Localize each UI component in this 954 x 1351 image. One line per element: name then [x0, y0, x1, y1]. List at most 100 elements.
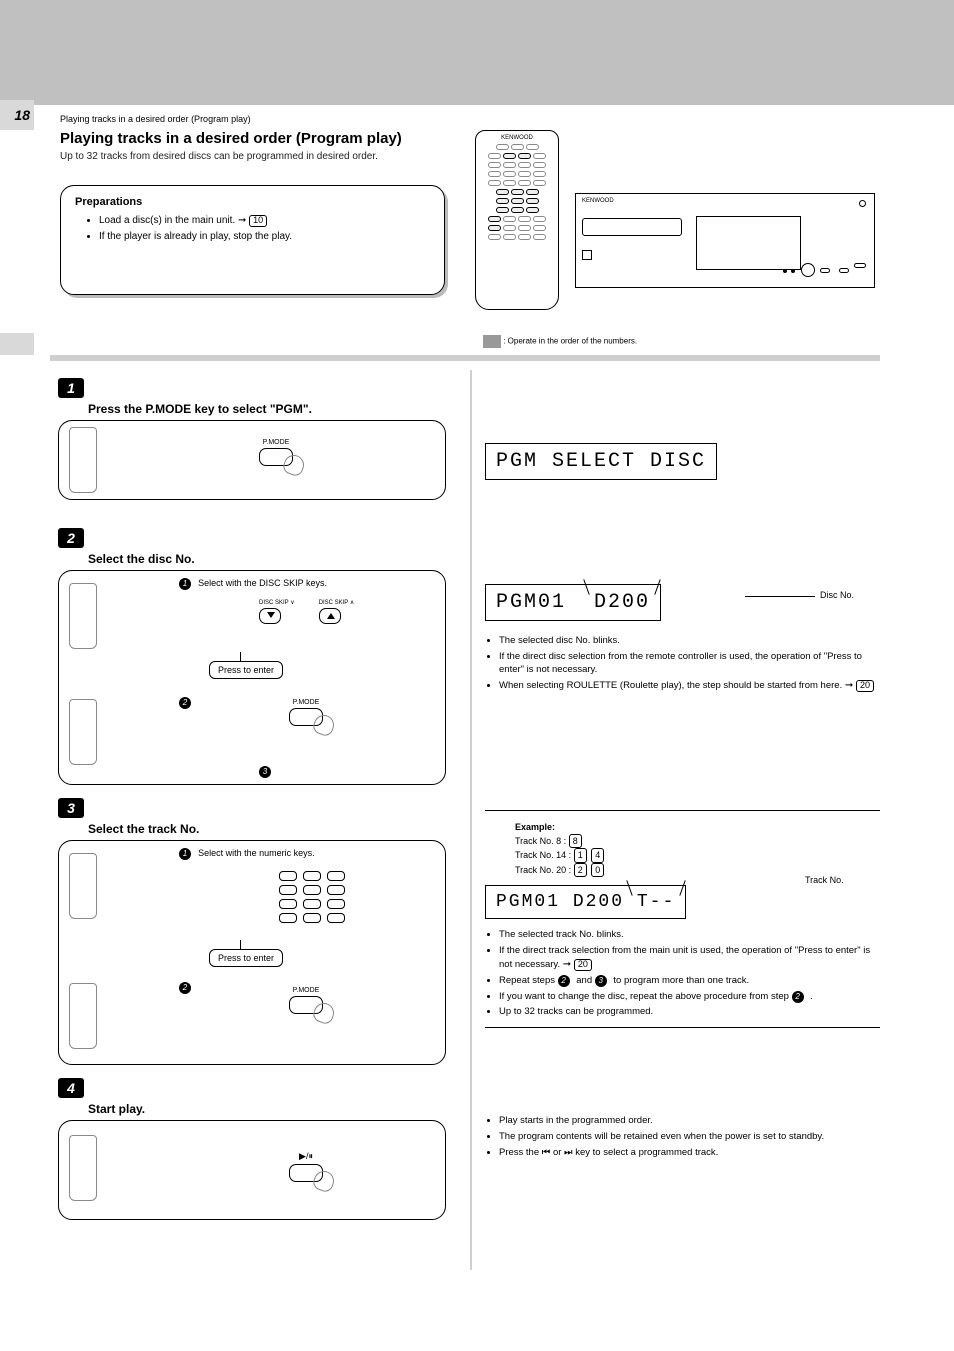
- numeric-keypad-icon: [279, 871, 345, 927]
- s3b-2-dot: .: [810, 991, 813, 1002]
- manual-page: 18 Playing tracks in a desired order (Pr…: [0, 0, 954, 105]
- step-1-right: PGM SELECT DISC: [485, 443, 880, 480]
- lcd-step2-prefix: PGM01: [496, 591, 566, 614]
- step-3-badge: 3: [58, 798, 84, 818]
- section-divider: [50, 355, 880, 361]
- examples: Example: Track No. 8 : 8 Track No. 14 : …: [515, 821, 880, 877]
- page-ref-10: 10: [249, 215, 267, 227]
- step-2-badge: 2: [58, 528, 84, 548]
- preparations-list: Load a disc(s) in the main unit. ➞ 10 If…: [99, 214, 430, 244]
- s3b-3: Up to 32 tracks can be programmed.: [499, 1006, 880, 1019]
- lcd-step2-disc: D200: [594, 591, 650, 614]
- s3b-2-pre: If you want to change the disc, repeat t…: [499, 991, 792, 1002]
- step-1-badge: 1: [58, 378, 84, 398]
- arrow-icon: ➞: [238, 215, 249, 226]
- step-2: 2 Select the disc No. 1 Select with the …: [58, 528, 448, 785]
- remote-icon: [69, 853, 97, 919]
- play-button-icon: [289, 1164, 323, 1182]
- step3-notes-a: The selected track No. blinks. If the di…: [499, 929, 880, 1019]
- step-3-right: Example: Track No. 8 : 8 Track No. 14 : …: [485, 800, 880, 1038]
- key-0: 0: [591, 863, 604, 878]
- step2-notes: The selected disc No. blinks. If the dir…: [499, 635, 880, 693]
- mode-legend-text: : Operate in the order of the numbers.: [503, 337, 637, 346]
- key-1: 1: [574, 848, 587, 863]
- thin-divider: [485, 810, 880, 811]
- lcd3-track: T--: [637, 892, 675, 912]
- lcd3-prefix: PGM01: [496, 892, 560, 912]
- ex2-label: Track No. 14 :: [515, 850, 571, 860]
- sub-step-2-badge: 2: [179, 982, 191, 994]
- s4-1: Play starts in the programmed order.: [499, 1115, 880, 1128]
- sub-step-1-badge: 1: [179, 848, 191, 860]
- section-breadcrumb: Playing tracks in a desired order (Progr…: [60, 114, 251, 124]
- prep-item-2: If the player is already in play, stop t…: [99, 230, 430, 244]
- step-4-action: ▶/⏸: [58, 1120, 446, 1220]
- title-block: Playing tracks in a desired order (Progr…: [60, 130, 402, 162]
- pmode-button-icon: [259, 448, 293, 466]
- step-4-badge: 4: [58, 1078, 84, 1098]
- remote-figure: KENWOOD: [475, 130, 563, 315]
- enter-callout: Press to enter: [209, 661, 283, 679]
- play-pause-label: ▶/⏸: [289, 1151, 323, 1162]
- sub-step-1-badge: 1: [179, 578, 191, 590]
- disc-skip-down-icon: [259, 608, 281, 624]
- page-ref-20b: 20: [574, 959, 592, 971]
- lcd-track-flash: T--: [637, 892, 675, 912]
- s4-3: Press the ⏮ or ⏭ key to select a program…: [499, 1147, 880, 1160]
- step3-sub1: Select with the numeric keys.: [198, 848, 315, 858]
- s3a-1: The selected track No. blinks.: [499, 929, 880, 942]
- disc-skip-up-label: DISC SKIP ∧: [319, 599, 355, 606]
- page-number-text: 18: [14, 107, 30, 123]
- mode-legend-box: [483, 335, 501, 348]
- disc-skip-up-icon: [319, 608, 341, 624]
- disc-skip-down-label: DISC SKIP ∨: [259, 599, 295, 606]
- s3b-1-suf: to program more than one track.: [613, 975, 749, 986]
- step2-note-2: If the direct disc selection from the re…: [499, 651, 880, 677]
- remote-icon: [69, 699, 97, 765]
- disc-no-annotation: Disc No.: [820, 590, 854, 600]
- pmode-label-2: P.MODE: [289, 699, 323, 706]
- lcd-step2: PGM01 D200: [485, 584, 661, 621]
- remote-icon: [69, 983, 97, 1049]
- s3b-2: If you want to change the disc, repeat t…: [499, 991, 880, 1004]
- step-2-right: PGM01 D200 Disc No. The selected disc No…: [485, 584, 880, 696]
- preparations-heading: Preparations: [75, 196, 430, 208]
- key-2: 2: [574, 863, 587, 878]
- lcd-step3: PGM01 D200 T--: [485, 885, 686, 919]
- step-3: 3 Select the track No. 1 Select with the…: [58, 798, 448, 1065]
- step2-sub1: Select with the DISC SKIP keys.: [198, 578, 327, 588]
- track-no-annotation: Track No.: [805, 875, 844, 885]
- pmode-label-3: P.MODE: [289, 987, 323, 994]
- s3b-1-pre: Repeat steps: [499, 975, 558, 986]
- page-subtitle: Up to 32 tracks from desired discs can b…: [60, 151, 402, 162]
- prep-item-1-text: Load a disc(s) in the main unit.: [99, 215, 235, 226]
- header-gray-band: [0, 0, 954, 105]
- lcd-step1: PGM SELECT DISC: [485, 443, 717, 480]
- badge-2: 2: [558, 975, 570, 987]
- step2-note-1: The selected disc No. blinks.: [499, 635, 880, 648]
- preparations-box: Preparations Load a disc(s) in the main …: [60, 185, 445, 295]
- remote-outline: KENWOOD: [475, 130, 559, 310]
- sub-step-2-badge: 2: [179, 697, 191, 709]
- ex3-label: Track No. 20 :: [515, 865, 571, 875]
- remote-icon: [69, 427, 97, 493]
- step-4-right: Play starts in the programmed order. The…: [485, 1115, 880, 1162]
- sub-step-3-badge: 3: [259, 766, 271, 778]
- lcd3-disc: D200: [573, 892, 624, 912]
- step4-notes: Play starts in the programmed order. The…: [499, 1115, 880, 1159]
- s3b-1: Repeat steps 2 and 3 to program more tha…: [499, 975, 880, 988]
- lcd-disc-flash: D200: [594, 591, 650, 614]
- step-4: 4 Start play. ▶/⏸: [58, 1078, 448, 1220]
- step-2-action: 1 Select with the DISC SKIP keys. DISC S…: [58, 570, 446, 785]
- example-row-1: Track No. 8 : 8: [515, 834, 880, 849]
- mode-legend: : Operate in the order of the numbers.: [483, 335, 637, 348]
- s3a-2: If the direct track selection from the m…: [499, 945, 880, 972]
- badge-3: 3: [595, 975, 607, 987]
- enter-callout: Press to enter: [209, 949, 283, 967]
- step2-note-3: When selecting ROULETTE (Roulette play),…: [499, 679, 880, 693]
- enter-label: Press to enter: [218, 665, 274, 675]
- thin-divider-2: [485, 1027, 880, 1028]
- arrow-icon: ➞: [563, 959, 574, 970]
- step-3-title: Select the track No.: [88, 822, 448, 836]
- left-gray-tab: [0, 333, 34, 355]
